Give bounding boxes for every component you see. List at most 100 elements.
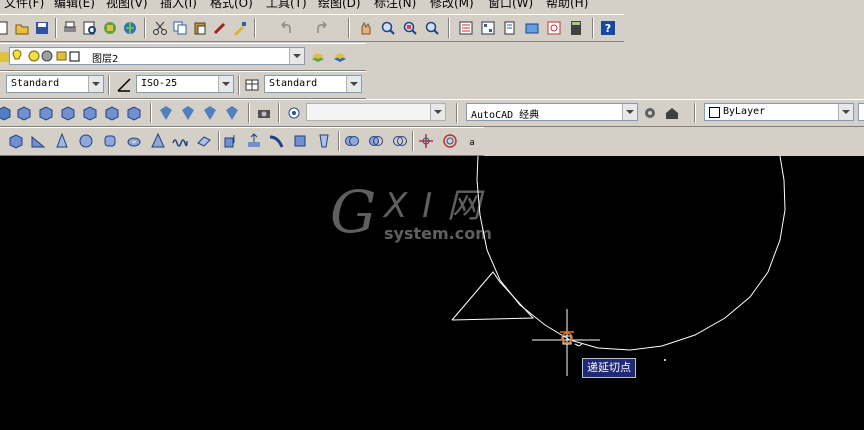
save-icon[interactable] bbox=[32, 18, 52, 38]
view-3d-icon[interactable] bbox=[14, 103, 34, 123]
menu-format[interactable]: 格式(O) bbox=[210, 0, 253, 11]
help-icon[interactable]: ? bbox=[598, 18, 618, 38]
layers-toolbar: 图层2 bbox=[0, 43, 366, 71]
pan-icon[interactable] bbox=[356, 18, 376, 38]
new-icon[interactable] bbox=[0, 18, 12, 38]
plot-preview-icon[interactable] bbox=[80, 18, 100, 38]
camera-icon[interactable] bbox=[254, 103, 274, 123]
zoom-window-icon[interactable] bbox=[400, 18, 420, 38]
iso-ne-icon[interactable] bbox=[200, 103, 220, 123]
properties-icon[interactable] bbox=[456, 18, 476, 38]
table-style-dropdown[interactable]: Standard bbox=[264, 75, 362, 93]
intersect-icon[interactable] bbox=[390, 131, 410, 151]
planar-surface-icon[interactable] bbox=[194, 131, 214, 151]
iso-nw-icon[interactable] bbox=[222, 103, 242, 123]
chevron-down-icon[interactable] bbox=[622, 104, 637, 120]
view-bottom-icon[interactable] bbox=[124, 103, 144, 123]
chevron-down-icon[interactable] bbox=[88, 76, 103, 92]
layer-dropdown[interactable]: 图层2 bbox=[9, 47, 305, 65]
menu-help[interactable]: 帮助(H) bbox=[546, 0, 588, 11]
view-back-icon[interactable] bbox=[102, 103, 122, 123]
loft-icon[interactable] bbox=[314, 131, 334, 151]
sheet-set-icon[interactable] bbox=[522, 18, 542, 38]
undo-icon[interactable] bbox=[276, 18, 296, 38]
wedge-icon[interactable] bbox=[28, 131, 48, 151]
dimension-style-icon[interactable] bbox=[114, 75, 134, 95]
pyramid-icon[interactable] bbox=[148, 131, 168, 151]
3d-rotate-icon[interactable] bbox=[440, 131, 460, 151]
cylinder-icon[interactable] bbox=[100, 131, 120, 151]
publish-icon[interactable] bbox=[100, 18, 120, 38]
layer-state-icons bbox=[12, 49, 80, 62]
open-icon[interactable] bbox=[12, 18, 32, 38]
zoom-previous-icon[interactable] bbox=[422, 18, 442, 38]
menu-modify[interactable]: 修改(M) bbox=[430, 0, 474, 11]
markup-icon[interactable] bbox=[544, 18, 564, 38]
menu-dimension[interactable]: 标注(N) bbox=[374, 0, 416, 11]
text-style-dropdown[interactable]: Standard bbox=[6, 75, 104, 93]
cut-icon[interactable] bbox=[150, 18, 170, 38]
named-views-icon[interactable] bbox=[284, 103, 304, 123]
make-current-layer-icon[interactable] bbox=[308, 47, 328, 67]
revolve-icon[interactable] bbox=[290, 131, 310, 151]
zoom-realtime-icon[interactable] bbox=[378, 18, 398, 38]
menu-window[interactable]: 窗口(W) bbox=[488, 0, 533, 11]
tool-palettes-icon[interactable] bbox=[500, 18, 520, 38]
layer-previous-icon[interactable] bbox=[330, 47, 350, 67]
menu-insert[interactable]: 插入(I) bbox=[160, 0, 197, 11]
box-icon[interactable] bbox=[6, 131, 26, 151]
menu-file[interactable]: 文件(F) bbox=[4, 0, 44, 11]
chevron-down-icon[interactable] bbox=[838, 104, 853, 120]
workspace-settings-icon[interactable] bbox=[640, 103, 660, 123]
extrude-icon[interactable] bbox=[220, 131, 240, 151]
subtract-icon[interactable] bbox=[366, 131, 386, 151]
menu-draw[interactable]: 绘图(D) bbox=[318, 0, 361, 11]
presspull-icon[interactable] bbox=[244, 131, 264, 151]
chevron-down-icon[interactable] bbox=[430, 104, 445, 120]
view-left-icon[interactable] bbox=[58, 103, 78, 123]
table-style-value: Standard bbox=[269, 78, 318, 89]
workspace-dropdown[interactable]: AutoCAD 经典 bbox=[466, 103, 638, 121]
calculator-icon[interactable] bbox=[566, 18, 586, 38]
menu-tools[interactable]: 工具(T) bbox=[266, 0, 307, 11]
sphere-icon[interactable] bbox=[76, 131, 96, 151]
chevron-down-icon[interactable] bbox=[218, 76, 233, 92]
3d-move-icon[interactable] bbox=[416, 131, 436, 151]
union-icon[interactable] bbox=[342, 131, 362, 151]
color-dropdown[interactable]: ByLayer bbox=[704, 103, 854, 121]
match-properties-icon[interactable] bbox=[210, 18, 230, 38]
text-style-value: Standard bbox=[11, 78, 60, 89]
menu-edit[interactable]: 编辑(E) bbox=[54, 0, 95, 11]
block-editor-icon[interactable] bbox=[230, 18, 250, 38]
view-top-icon[interactable] bbox=[0, 103, 14, 123]
triangle-shape[interactable] bbox=[451, 271, 535, 321]
workspace-value: AutoCAD 经典 bbox=[471, 110, 540, 121]
iso-se-icon[interactable] bbox=[178, 103, 198, 123]
chevron-down-icon[interactable] bbox=[289, 48, 304, 64]
sweep-icon[interactable] bbox=[266, 131, 286, 151]
circle-arc[interactable] bbox=[476, 156, 786, 351]
workspace-home-icon[interactable] bbox=[662, 103, 682, 123]
copy-icon[interactable] bbox=[170, 18, 190, 38]
table-style-icon[interactable] bbox=[242, 75, 262, 95]
web-icon[interactable] bbox=[120, 18, 140, 38]
helix-icon[interactable] bbox=[170, 131, 190, 151]
iso-sw-icon[interactable] bbox=[156, 103, 176, 123]
print-icon[interactable] bbox=[60, 18, 80, 38]
redo-icon[interactable] bbox=[312, 18, 332, 38]
cone-icon[interactable] bbox=[52, 131, 72, 151]
menu-view[interactable]: 视图(V) bbox=[106, 0, 148, 11]
view-front-icon[interactable] bbox=[36, 103, 56, 123]
view-right-icon[interactable] bbox=[80, 103, 100, 123]
paste-icon[interactable] bbox=[190, 18, 210, 38]
design-center-icon[interactable] bbox=[478, 18, 498, 38]
chevron-down-icon[interactable] bbox=[346, 76, 361, 92]
torus-icon[interactable] bbox=[124, 131, 144, 151]
view-dropdown[interactable] bbox=[306, 103, 446, 121]
dimension-style-dropdown[interactable]: ISO-25 bbox=[136, 75, 234, 93]
color-swatch bbox=[709, 107, 720, 118]
toolbar-area: 文件(F) 编辑(E) 视图(V) 插入(I) 格式(O) 工具(T) 绘图(D… bbox=[0, 0, 864, 156]
3d-align-icon[interactable]: a bbox=[462, 131, 482, 151]
linetype-dropdown[interactable] bbox=[858, 103, 864, 121]
color-value: ByLayer bbox=[723, 106, 766, 117]
